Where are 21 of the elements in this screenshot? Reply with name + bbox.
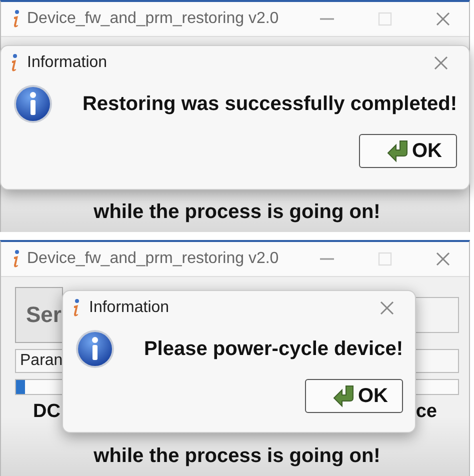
arrow-icon [386, 139, 410, 163]
warning-text: while the process is going on! [92, 201, 382, 224]
info-letter-icon [11, 9, 21, 29]
start-button[interactable]: Ser [15, 287, 63, 343]
warning-text: ce [416, 401, 437, 423]
dialog-title: Information [27, 54, 108, 72]
ok-button[interactable]: OK [359, 134, 457, 168]
info-letter-icon [11, 249, 21, 269]
dialog-message: Please power-cycle device! [142, 338, 403, 360]
warning-text: DC [33, 401, 60, 423]
window-title: Device_fw_and_prm_restoring v2.0 [27, 250, 280, 268]
dialog-message: Restoring was successfully completed! [81, 92, 457, 116]
ok-button[interactable]: OK [305, 379, 403, 413]
arrow-icon [332, 384, 356, 408]
info-icon [13, 84, 53, 124]
dialog-title: Information [89, 299, 170, 317]
info-icon [75, 329, 115, 369]
info-letter-icon [9, 53, 19, 73]
info-letter-icon [71, 298, 81, 318]
warning-text: while the process is going on! [92, 445, 382, 468]
window-title: Device_fw_and_prm_restoring v2.0 [27, 10, 280, 28]
